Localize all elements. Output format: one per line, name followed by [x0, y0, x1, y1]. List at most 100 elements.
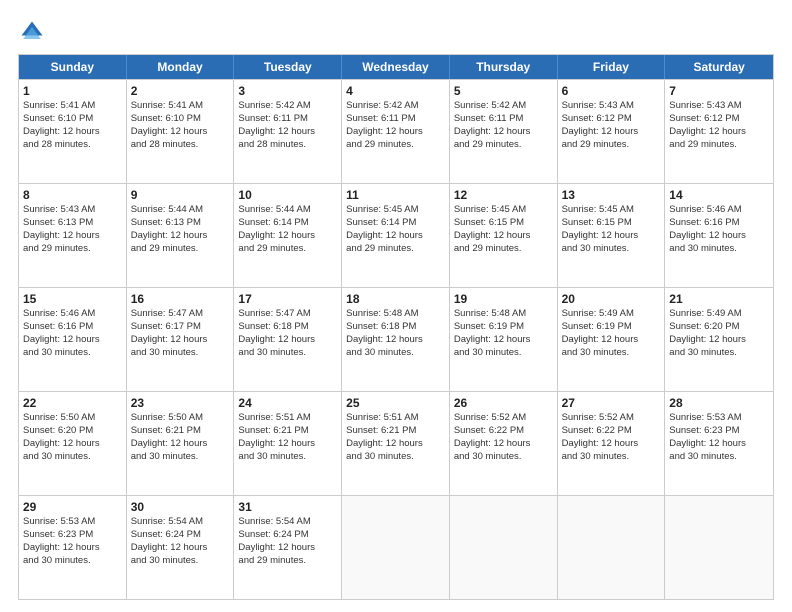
- day-info-line: Sunset: 6:19 PM: [562, 321, 661, 334]
- day-info-line: Sunset: 6:15 PM: [454, 217, 553, 230]
- day-number: 14: [669, 187, 769, 203]
- day-info-line: Sunset: 6:12 PM: [669, 113, 769, 126]
- calendar-empty-cell: [558, 496, 666, 599]
- day-number: 1: [23, 83, 122, 99]
- day-info-line: Sunset: 6:21 PM: [238, 425, 337, 438]
- day-info-line: Sunrise: 5:45 AM: [454, 204, 553, 217]
- day-info-line: Sunrise: 5:46 AM: [23, 308, 122, 321]
- day-number: 9: [131, 187, 230, 203]
- day-info-line: Sunrise: 5:48 AM: [454, 308, 553, 321]
- calendar-week-2: 8Sunrise: 5:43 AMSunset: 6:13 PMDaylight…: [19, 183, 773, 287]
- calendar-day-31: 31Sunrise: 5:54 AMSunset: 6:24 PMDayligh…: [234, 496, 342, 599]
- day-number: 2: [131, 83, 230, 99]
- calendar-day-3: 3Sunrise: 5:42 AMSunset: 6:11 PMDaylight…: [234, 80, 342, 183]
- day-info-line: and 29 minutes.: [669, 139, 769, 152]
- day-info-line: Daylight: 12 hours: [131, 542, 230, 555]
- day-info-line: and 30 minutes.: [131, 451, 230, 464]
- day-info-line: Sunset: 6:23 PM: [669, 425, 769, 438]
- header-day-thursday: Thursday: [450, 55, 558, 79]
- logo-icon: [18, 18, 46, 46]
- calendar-day-18: 18Sunrise: 5:48 AMSunset: 6:18 PMDayligh…: [342, 288, 450, 391]
- day-info-line: Sunset: 6:20 PM: [669, 321, 769, 334]
- calendar-day-24: 24Sunrise: 5:51 AMSunset: 6:21 PMDayligh…: [234, 392, 342, 495]
- calendar-day-8: 8Sunrise: 5:43 AMSunset: 6:13 PMDaylight…: [19, 184, 127, 287]
- day-info-line: Sunset: 6:14 PM: [238, 217, 337, 230]
- day-number: 16: [131, 291, 230, 307]
- day-info-line: Daylight: 12 hours: [23, 126, 122, 139]
- calendar-day-1: 1Sunrise: 5:41 AMSunset: 6:10 PMDaylight…: [19, 80, 127, 183]
- calendar: SundayMondayTuesdayWednesdayThursdayFrid…: [18, 54, 774, 600]
- header-day-friday: Friday: [558, 55, 666, 79]
- day-info-line: Daylight: 12 hours: [562, 438, 661, 451]
- day-info-line: Sunrise: 5:41 AM: [131, 100, 230, 113]
- header-day-monday: Monday: [127, 55, 235, 79]
- day-number: 29: [23, 499, 122, 515]
- day-info-line: Sunrise: 5:44 AM: [238, 204, 337, 217]
- day-info-line: Sunset: 6:17 PM: [131, 321, 230, 334]
- calendar-day-14: 14Sunrise: 5:46 AMSunset: 6:16 PMDayligh…: [665, 184, 773, 287]
- calendar-day-25: 25Sunrise: 5:51 AMSunset: 6:21 PMDayligh…: [342, 392, 450, 495]
- day-info-line: Sunrise: 5:50 AM: [131, 412, 230, 425]
- header-day-wednesday: Wednesday: [342, 55, 450, 79]
- day-number: 20: [562, 291, 661, 307]
- calendar-week-3: 15Sunrise: 5:46 AMSunset: 6:16 PMDayligh…: [19, 287, 773, 391]
- day-info-line: and 30 minutes.: [23, 555, 122, 568]
- day-number: 24: [238, 395, 337, 411]
- day-info-line: Daylight: 12 hours: [454, 126, 553, 139]
- day-number: 4: [346, 83, 445, 99]
- calendar-day-13: 13Sunrise: 5:45 AMSunset: 6:15 PMDayligh…: [558, 184, 666, 287]
- day-info-line: Daylight: 12 hours: [238, 126, 337, 139]
- day-number: 3: [238, 83, 337, 99]
- day-info-line: Sunrise: 5:43 AM: [562, 100, 661, 113]
- day-info-line: Sunset: 6:18 PM: [238, 321, 337, 334]
- day-info-line: Sunrise: 5:54 AM: [238, 516, 337, 529]
- day-info-line: and 29 minutes.: [562, 139, 661, 152]
- calendar-day-7: 7Sunrise: 5:43 AMSunset: 6:12 PMDaylight…: [665, 80, 773, 183]
- day-info-line: Daylight: 12 hours: [23, 542, 122, 555]
- day-info-line: and 30 minutes.: [562, 243, 661, 256]
- day-info-line: Daylight: 12 hours: [238, 230, 337, 243]
- calendar-day-19: 19Sunrise: 5:48 AMSunset: 6:19 PMDayligh…: [450, 288, 558, 391]
- day-number: 8: [23, 187, 122, 203]
- day-info-line: Sunset: 6:23 PM: [23, 529, 122, 542]
- day-number: 19: [454, 291, 553, 307]
- day-info-line: Daylight: 12 hours: [23, 334, 122, 347]
- day-info-line: Sunrise: 5:49 AM: [562, 308, 661, 321]
- day-info-line: Daylight: 12 hours: [669, 126, 769, 139]
- calendar-day-2: 2Sunrise: 5:41 AMSunset: 6:10 PMDaylight…: [127, 80, 235, 183]
- day-info-line: and 30 minutes.: [23, 347, 122, 360]
- day-info-line: Daylight: 12 hours: [562, 126, 661, 139]
- day-info-line: and 30 minutes.: [562, 451, 661, 464]
- calendar-day-15: 15Sunrise: 5:46 AMSunset: 6:16 PMDayligh…: [19, 288, 127, 391]
- calendar-day-22: 22Sunrise: 5:50 AMSunset: 6:20 PMDayligh…: [19, 392, 127, 495]
- day-info-line: Sunrise: 5:52 AM: [562, 412, 661, 425]
- day-info-line: Daylight: 12 hours: [238, 438, 337, 451]
- day-info-line: and 29 minutes.: [131, 243, 230, 256]
- calendar-week-5: 29Sunrise: 5:53 AMSunset: 6:23 PMDayligh…: [19, 495, 773, 599]
- day-number: 30: [131, 499, 230, 515]
- day-info-line: Sunset: 6:21 PM: [346, 425, 445, 438]
- day-number: 22: [23, 395, 122, 411]
- day-info-line: and 29 minutes.: [454, 243, 553, 256]
- day-number: 18: [346, 291, 445, 307]
- calendar-day-17: 17Sunrise: 5:47 AMSunset: 6:18 PMDayligh…: [234, 288, 342, 391]
- day-info-line: and 30 minutes.: [454, 451, 553, 464]
- day-info-line: Sunrise: 5:48 AM: [346, 308, 445, 321]
- day-info-line: Sunset: 6:13 PM: [131, 217, 230, 230]
- day-info-line: Daylight: 12 hours: [562, 334, 661, 347]
- day-info-line: Sunset: 6:16 PM: [669, 217, 769, 230]
- day-info-line: and 30 minutes.: [131, 347, 230, 360]
- day-info-line: Sunrise: 5:42 AM: [238, 100, 337, 113]
- day-info-line: Sunrise: 5:45 AM: [562, 204, 661, 217]
- day-info-line: Sunset: 6:21 PM: [131, 425, 230, 438]
- day-info-line: Sunset: 6:19 PM: [454, 321, 553, 334]
- day-info-line: Sunrise: 5:54 AM: [131, 516, 230, 529]
- day-info-line: Daylight: 12 hours: [131, 126, 230, 139]
- day-info-line: and 30 minutes.: [346, 451, 445, 464]
- day-info-line: Sunrise: 5:53 AM: [669, 412, 769, 425]
- day-number: 15: [23, 291, 122, 307]
- calendar-day-5: 5Sunrise: 5:42 AMSunset: 6:11 PMDaylight…: [450, 80, 558, 183]
- day-number: 31: [238, 499, 337, 515]
- day-info-line: Sunrise: 5:42 AM: [346, 100, 445, 113]
- day-info-line: and 30 minutes.: [131, 555, 230, 568]
